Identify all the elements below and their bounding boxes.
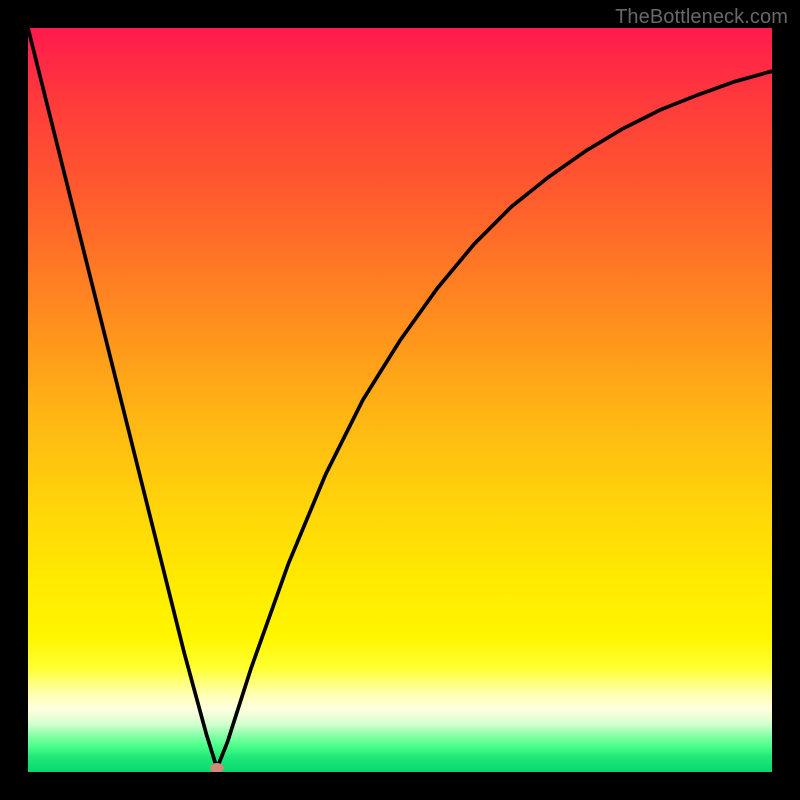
bottleneck-curve-path — [28, 28, 772, 768]
chart-optimal-marker — [210, 763, 224, 772]
chart-plot-area — [28, 28, 772, 772]
chart-curve-svg — [28, 28, 772, 772]
chart-frame: TheBottleneck.com — [0, 0, 800, 800]
watermark-text: TheBottleneck.com — [615, 6, 788, 29]
